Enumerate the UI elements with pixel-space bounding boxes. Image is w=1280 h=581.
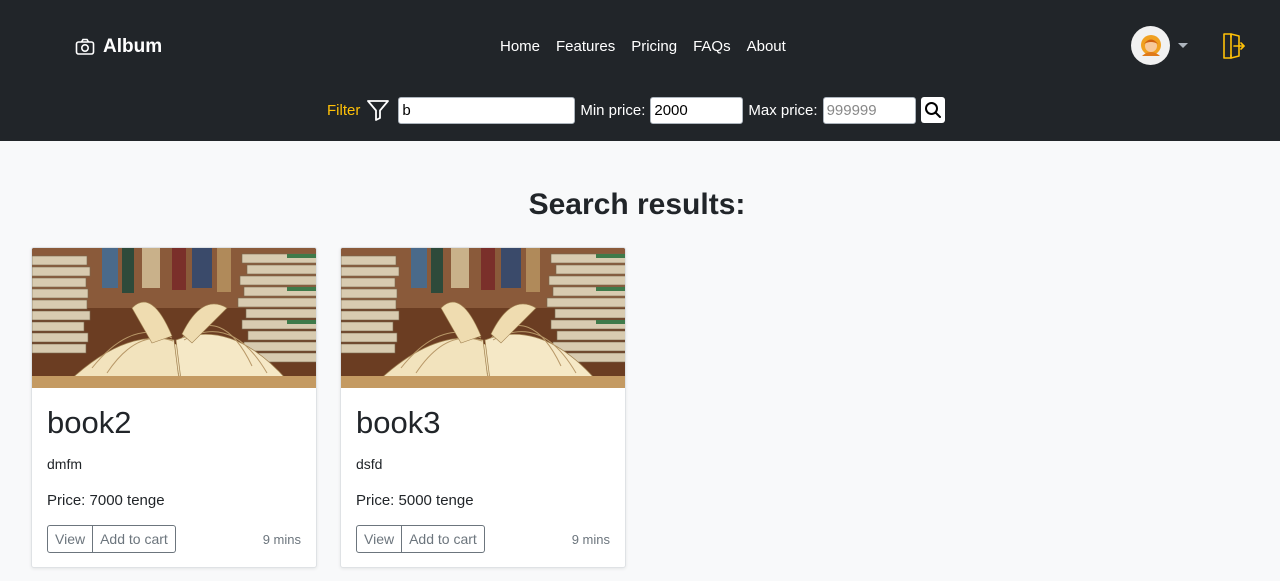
view-button[interactable]: View <box>47 525 94 553</box>
search-button[interactable] <box>920 97 945 123</box>
card-price: Price: 7000 tenge <box>47 492 165 509</box>
nav-about[interactable]: About <box>739 36 794 58</box>
nav-features[interactable]: Features <box>548 36 623 58</box>
logout-icon[interactable] <box>1220 31 1246 61</box>
card-price: Price: 5000 tenge <box>356 492 474 509</box>
brand[interactable]: Album <box>75 33 162 61</box>
page-title: Search results: <box>528 188 746 221</box>
product-card: book3 dsfd Price: 5000 tenge View Add to… <box>340 247 626 568</box>
book-image <box>341 248 626 388</box>
nav-pricing[interactable]: Pricing <box>623 36 685 58</box>
min-price-input[interactable] <box>650 96 744 124</box>
card-description: dsfd <box>356 456 383 472</box>
search-query-input[interactable] <box>398 96 576 124</box>
nav-home[interactable]: Home <box>492 36 548 58</box>
filter-bar: Filter Min price: Max price: <box>327 96 945 124</box>
card-time: 9 mins <box>262 531 301 547</box>
filter-icon[interactable] <box>366 98 390 122</box>
card-title: book3 <box>356 405 441 440</box>
avatar[interactable] <box>1131 26 1170 65</box>
main-nav: Home Features Pricing FAQs About <box>492 36 794 58</box>
max-price-input[interactable] <box>822 96 916 124</box>
product-card: book2 dmfm Price: 7000 tenge View Add to… <box>31 247 317 568</box>
caret-down-icon[interactable] <box>1178 43 1188 48</box>
camera-icon <box>75 38 95 55</box>
card-description: dmfm <box>47 456 82 472</box>
max-price-label: Max price: <box>748 101 818 119</box>
avatar-icon <box>1140 34 1161 56</box>
filter-label: Filter <box>327 101 361 119</box>
card-title: book2 <box>47 405 132 440</box>
min-price-label: Min price: <box>580 101 646 119</box>
add-to-cart-button[interactable]: Add to cart <box>93 525 176 553</box>
brand-name: Album <box>103 36 163 57</box>
book-image <box>32 248 317 388</box>
card-actions: View Add to cart <box>47 525 176 553</box>
card-actions: View Add to cart <box>356 525 485 553</box>
add-to-cart-button[interactable]: Add to cart <box>402 525 485 553</box>
card-time: 9 mins <box>571 531 610 547</box>
nav-faqs[interactable]: FAQs <box>685 36 739 58</box>
user-menu[interactable] <box>1131 26 1188 65</box>
view-button[interactable]: View <box>356 525 403 553</box>
search-icon <box>924 102 941 118</box>
navbar: Album Home Features Pricing FAQs About F… <box>0 0 1280 141</box>
